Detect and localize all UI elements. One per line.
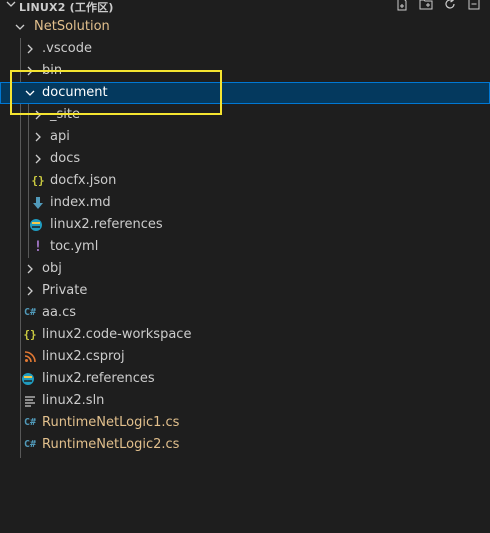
chevron-down-icon[interactable] xyxy=(23,86,37,100)
refresh-icon[interactable] xyxy=(442,0,458,12)
tree-item-private[interactable]: Private xyxy=(0,280,490,302)
tree-item-label: docfx.json xyxy=(50,173,117,188)
tree-item-sln[interactable]: linux2.sln xyxy=(0,390,490,412)
tree-item-site[interactable]: _site xyxy=(0,104,490,126)
tree-item-code-workspace[interactable]: {} linux2.code-workspace xyxy=(0,324,490,346)
new-folder-icon[interactable] xyxy=(418,0,434,12)
tree-item-csproj[interactable]: linux2.csproj xyxy=(0,346,490,368)
tree-item-document[interactable]: document xyxy=(0,82,490,104)
tree-item-label: index.md xyxy=(50,195,111,210)
tree-item-linux2-references-root[interactable]: linux2.references xyxy=(0,368,490,390)
chevron-right-icon[interactable] xyxy=(23,262,37,276)
tree-item-runtimenetlogic2[interactable]: C# RuntimeNetLogic2.cs xyxy=(0,434,490,456)
workspace-title: LINUX2 (工作区) xyxy=(19,1,114,14)
tree-item-label: bin xyxy=(42,63,63,78)
tree-item-obj[interactable]: obj xyxy=(0,258,490,280)
markdown-file-icon xyxy=(30,195,46,211)
tree-item-label: _site xyxy=(50,107,80,122)
references-file-icon xyxy=(28,217,44,233)
tree-item-aa-cs[interactable]: C# aa.cs xyxy=(0,302,490,324)
tree-item-label: linux2.references xyxy=(50,217,163,232)
tree-item-api[interactable]: api xyxy=(0,126,490,148)
references-file-icon xyxy=(20,371,36,387)
tree-item-label: NetSolution xyxy=(34,19,110,34)
tree-item-label: aa.cs xyxy=(42,305,76,320)
tree-item-label: RuntimeNetLogic2.cs xyxy=(42,437,180,452)
tree-item-label: toc.yml xyxy=(50,239,99,254)
solution-file-icon xyxy=(22,393,38,409)
tree-item-bin[interactable]: bin xyxy=(0,60,490,82)
tree-item-vscode[interactable]: .vscode xyxy=(0,38,490,60)
tree-item-linux2-references[interactable]: linux2.references xyxy=(0,214,490,236)
tree-item-label: docs xyxy=(50,151,81,166)
file-explorer: LINUX2 (工作区) NetSolution .vscode bin doc… xyxy=(0,0,490,533)
csharp-file-icon: C# xyxy=(23,417,37,428)
chevron-down-icon[interactable] xyxy=(4,0,18,11)
tree-item-toc-yml[interactable]: ! toc.yml xyxy=(0,236,490,258)
chevron-right-icon[interactable] xyxy=(23,42,37,56)
tree-item-netsolution[interactable]: NetSolution xyxy=(0,16,490,38)
chevron-right-icon[interactable] xyxy=(23,64,37,78)
workspace-header[interactable]: LINUX2 (工作区) xyxy=(0,0,490,16)
tree-item-label: linux2.csproj xyxy=(42,349,125,364)
new-file-icon[interactable] xyxy=(394,0,410,12)
tree-item-label: linux2.code-workspace xyxy=(42,327,192,342)
yaml-file-icon: ! xyxy=(33,239,43,255)
tree-item-label: obj xyxy=(42,261,62,276)
tree-item-docs[interactable]: docs xyxy=(0,148,490,170)
tree-item-label: .vscode xyxy=(42,41,92,56)
tree-item-label: document xyxy=(42,85,108,100)
tree-item-index-md[interactable]: index.md xyxy=(0,192,490,214)
chevron-right-icon[interactable] xyxy=(31,152,45,166)
tree-item-label: linux2.references xyxy=(42,371,155,386)
tree-item-label: linux2.sln xyxy=(42,393,105,408)
json-file-icon: {} xyxy=(23,328,37,341)
rss-file-icon xyxy=(22,349,38,365)
tree-item-label: RuntimeNetLogic1.cs xyxy=(42,415,180,430)
tree-item-label: Private xyxy=(42,283,88,298)
chevron-down-icon[interactable] xyxy=(13,20,27,34)
csharp-file-icon: C# xyxy=(23,307,37,318)
tree-item-runtimenetlogic1[interactable]: C# RuntimeNetLogic1.cs xyxy=(0,412,490,434)
chevron-right-icon[interactable] xyxy=(31,108,45,122)
chevron-right-icon[interactable] xyxy=(31,130,45,144)
collapse-all-icon[interactable] xyxy=(466,0,482,12)
json-file-icon: {} xyxy=(31,174,45,187)
chevron-right-icon[interactable] xyxy=(23,284,37,298)
csharp-file-icon: C# xyxy=(23,439,37,450)
tree-item-docfx-json[interactable]: {} docfx.json xyxy=(0,170,490,192)
tree-item-label: api xyxy=(50,129,70,144)
header-actions xyxy=(394,0,482,12)
